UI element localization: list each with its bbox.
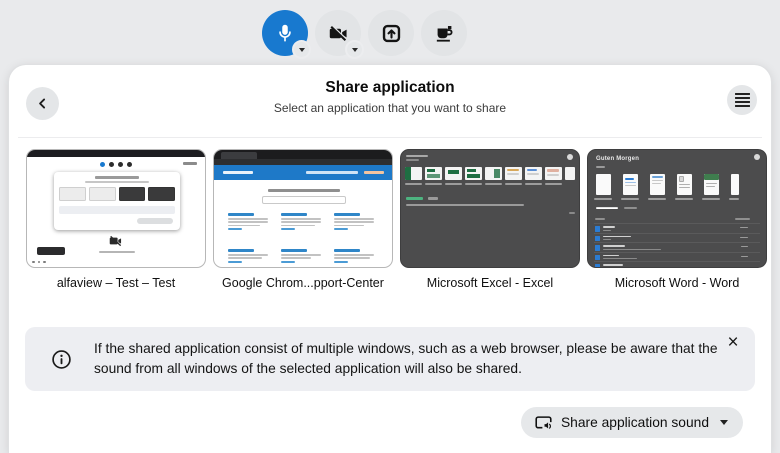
share-application-sound-button[interactable]: Share application sound [521,407,743,438]
panel-header: Share application Select an application … [9,79,771,115]
coffee-cup-icon [433,22,456,45]
share-application-panel: Share application Select an application … [8,64,772,453]
info-icon [51,349,72,370]
menu-icon [735,93,750,95]
camera-off-glyph [27,234,205,248]
close-button[interactable]: × [722,332,744,354]
share-screen-button[interactable] [368,10,414,56]
app-window: Share application Select an application … [0,0,780,453]
info-banner: If the shared application consist of mul… [25,327,755,391]
microphone-icon [274,22,296,44]
menu-button[interactable] [727,85,757,115]
app-label: Google Chrom...pport-Center [213,276,393,290]
share-sound-label: Share application sound [561,415,709,430]
call-toolbar [262,10,467,56]
camera-off-button[interactable] [315,10,361,56]
application-list: alfaview – Test – Test [26,149,767,290]
chevron-down-icon [352,48,358,52]
alfaview-preview [26,149,206,268]
header-divider [18,137,762,138]
camera-options-button[interactable] [345,40,364,59]
page-title: Share application [9,79,771,97]
chrome-preview [213,149,393,268]
break-button[interactable] [421,10,467,56]
microphone-options-button[interactable] [292,40,311,59]
word-preview: Guten Morgen [587,149,767,268]
app-label: Microsoft Excel - Excel [400,276,580,290]
microphone-button[interactable] [262,10,308,56]
app-thumbnail-alfaview[interactable]: alfaview – Test – Test [26,149,206,290]
app-thumbnail-excel[interactable]: Microsoft Excel - Excel [400,149,580,290]
app-label: alfaview – Test – Test [26,276,206,290]
screen-sound-icon [534,413,553,432]
app-label: Microsoft Word - Word [587,276,767,290]
app-thumbnail-chrome[interactable]: Google Chrom...pport-Center [213,149,393,290]
share-screen-icon [380,22,403,45]
page-subtitle: Select an application that you want to s… [9,101,771,115]
excel-preview [400,149,580,268]
chevron-down-icon [299,48,305,52]
camera-off-icon [327,22,350,45]
app-thumbnail-word[interactable]: Guten Morgen [587,149,767,290]
info-text: If the shared application consist of mul… [94,339,719,379]
word-greeting: Guten Morgen [596,156,639,162]
chevron-down-icon [720,420,728,425]
